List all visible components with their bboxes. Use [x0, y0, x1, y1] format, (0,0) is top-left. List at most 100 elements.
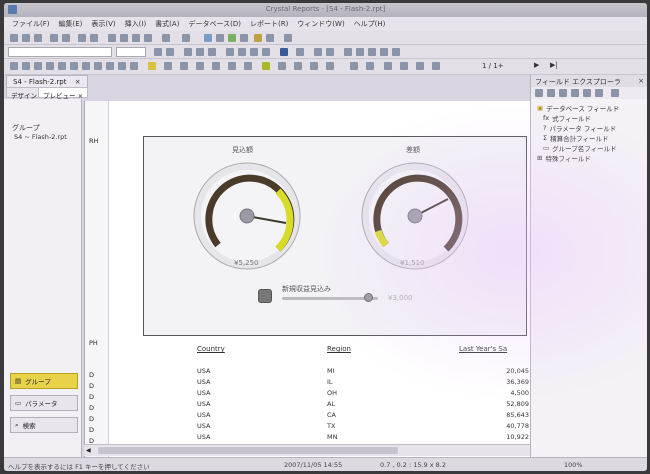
previous-page-icon[interactable] — [432, 62, 440, 70]
underline-icon[interactable] — [208, 48, 216, 56]
scroll-thumb[interactable] — [98, 447, 398, 454]
report-options-icon[interactable] — [350, 62, 358, 70]
close-panel-icon[interactable]: × — [638, 77, 644, 85]
find-icon[interactable] — [284, 34, 292, 42]
formula-workshop-icon[interactable] — [212, 62, 220, 70]
document-tab[interactable]: S4 - Flash-2.rpt × — [6, 75, 88, 87]
export-icon[interactable] — [78, 34, 86, 42]
workbench-icon[interactable] — [254, 34, 262, 42]
increase-decimal-icon[interactable] — [380, 48, 388, 56]
group-tree-item[interactable]: S4 ~ Flash-2.rpt — [14, 133, 67, 141]
first-page-icon[interactable] — [416, 62, 424, 70]
horizontal-scrollbar[interactable]: ◀ — [84, 444, 530, 456]
search-button[interactable]: ⌕ 検索 — [10, 417, 78, 433]
menu-file[interactable]: ファイル(F) — [12, 19, 50, 29]
thousands-icon[interactable] — [356, 48, 364, 56]
slider-toggle-button[interactable] — [258, 289, 272, 303]
new-field-icon[interactable] — [559, 89, 567, 97]
set-location-icon[interactable] — [294, 62, 302, 70]
filter-icon[interactable] — [262, 62, 270, 70]
insert-subreport-icon[interactable] — [70, 62, 78, 70]
insert-box-icon[interactable] — [94, 62, 102, 70]
next-page-icon[interactable]: ▶ — [534, 61, 539, 69]
font-size-combo[interactable] — [116, 47, 146, 57]
slider-thumb[interactable] — [364, 293, 374, 302]
field-formula[interactable]: fx 式フィールド — [543, 113, 591, 123]
sort-expert-icon[interactable] — [180, 62, 188, 70]
menu-format[interactable]: 書式(A) — [155, 19, 179, 29]
stop-icon[interactable] — [384, 62, 392, 70]
parameters-button[interactable]: ▭ パラメータ — [10, 395, 78, 411]
increase-font-icon[interactable] — [154, 48, 162, 56]
rename-icon[interactable] — [595, 89, 603, 97]
insert-summary-icon[interactable] — [34, 62, 42, 70]
dependency-icon[interactable] — [240, 34, 248, 42]
scroll-left-icon[interactable]: ◀ — [86, 447, 91, 454]
menu-help[interactable]: ヘルプ(H) — [354, 19, 386, 29]
insert-flash-icon[interactable] — [148, 62, 156, 70]
suppress-icon[interactable] — [314, 48, 322, 56]
align-left-icon[interactable] — [226, 48, 234, 56]
insert-map-icon[interactable] — [130, 62, 138, 70]
status-zoom[interactable]: 100% — [564, 461, 583, 469]
field-special[interactable]: ⊞ 特殊フィールド — [537, 153, 591, 163]
verify-database-icon[interactable] — [310, 62, 318, 70]
print-icon[interactable] — [50, 34, 58, 42]
zoom-icon[interactable] — [266, 34, 274, 42]
field-parameter[interactable]: ? パラメータ フィールド — [543, 123, 616, 133]
undo-icon[interactable] — [162, 34, 170, 42]
close-tab-icon[interactable]: × — [75, 78, 81, 86]
insert-group-icon[interactable] — [22, 62, 30, 70]
report-explorer-icon[interactable] — [216, 34, 224, 42]
new-icon[interactable] — [10, 34, 18, 42]
redo-icon[interactable] — [182, 34, 190, 42]
groups-button[interactable]: ▤ グループ — [10, 373, 78, 389]
repository-icon[interactable] — [228, 34, 236, 42]
show-sql-icon[interactable] — [326, 62, 334, 70]
menu-view[interactable]: 表示(V) — [91, 19, 115, 29]
edit-field-icon[interactable] — [571, 89, 579, 97]
font-color-icon[interactable] — [280, 48, 288, 56]
insert-line-icon[interactable] — [82, 62, 90, 70]
menu-database[interactable]: データベース(D) — [188, 19, 241, 29]
select-expert-icon[interactable] — [164, 62, 172, 70]
insert-chart-icon[interactable] — [118, 62, 126, 70]
bold-icon[interactable] — [184, 48, 192, 56]
align-center-icon[interactable] — [238, 48, 246, 56]
field-group-name[interactable]: ▭ グループ名フィールド — [543, 143, 617, 153]
group-tree-icon[interactable] — [366, 62, 374, 70]
insert-to-report-icon[interactable] — [535, 89, 543, 97]
paste-icon[interactable] — [132, 34, 140, 42]
browse-icon[interactable] — [547, 89, 555, 97]
field-database[interactable]: ▣ データベース フィールド — [537, 103, 619, 113]
copy-icon[interactable] — [120, 34, 128, 42]
refresh-data-icon[interactable] — [400, 62, 408, 70]
section-expert-icon[interactable] — [196, 62, 204, 70]
template-expert-icon[interactable] — [244, 62, 252, 70]
cut-icon[interactable] — [108, 34, 116, 42]
menu-report[interactable]: レポート(R) — [250, 19, 288, 29]
italic-icon[interactable] — [196, 48, 204, 56]
decrease-decimal-icon[interactable] — [392, 48, 400, 56]
currency-icon[interactable] — [344, 48, 352, 56]
font-name-combo[interactable] — [8, 47, 112, 57]
insert-text-icon[interactable] — [10, 62, 18, 70]
highlighting-expert-icon[interactable] — [228, 62, 236, 70]
lock-format-icon[interactable] — [326, 48, 334, 56]
duplicate-icon[interactable] — [583, 89, 591, 97]
menu-window[interactable]: ウィンドウ(W) — [297, 19, 344, 29]
decrease-font-icon[interactable] — [166, 48, 174, 56]
align-right-icon[interactable] — [250, 48, 258, 56]
print-preview-icon[interactable] — [62, 34, 70, 42]
field-explorer-icon[interactable] — [204, 34, 212, 42]
database-expert-icon[interactable] — [278, 62, 286, 70]
menu-insert[interactable]: 挿入(I) — [125, 19, 147, 29]
insert-crosstab-icon[interactable] — [46, 62, 54, 70]
delete-icon[interactable] — [611, 89, 619, 97]
percent-icon[interactable] — [368, 48, 376, 56]
justify-icon[interactable] — [262, 48, 270, 56]
format-painter-icon[interactable] — [144, 34, 152, 42]
open-icon[interactable] — [22, 34, 30, 42]
insert-picture-icon[interactable] — [106, 62, 114, 70]
field-running-total[interactable]: Σ 積算合計フィールド — [543, 133, 608, 143]
